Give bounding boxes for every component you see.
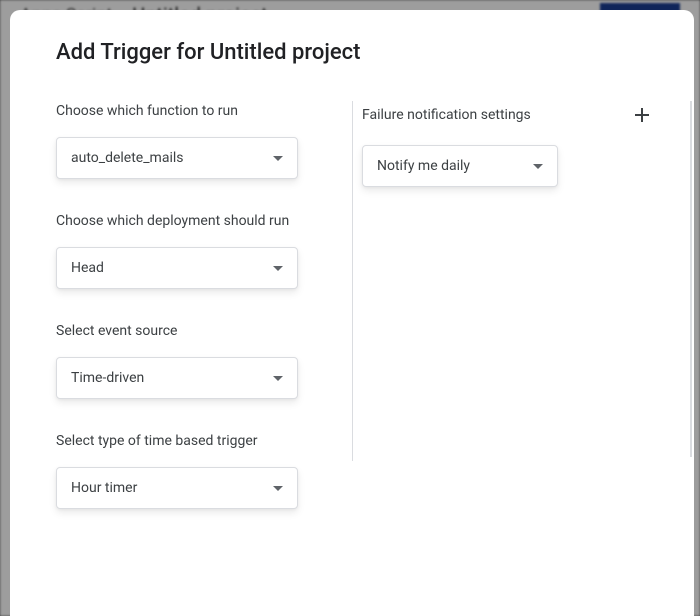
event-source-select[interactable]: Time-driven — [56, 357, 298, 399]
left-column: Choose which function to run auto_delete… — [56, 103, 306, 589]
column-divider — [352, 101, 353, 461]
add-trigger-modal: Add Trigger for Untitled project Choose … — [10, 10, 694, 616]
function-field: Choose which function to run auto_delete… — [56, 103, 306, 179]
chevron-down-icon — [533, 164, 543, 169]
function-label: Choose which function to run — [56, 103, 306, 119]
trigger-type-value: Hour timer — [71, 480, 137, 496]
chevron-down-icon — [273, 486, 283, 491]
deployment-value: Head — [71, 260, 104, 276]
deployment-label: Choose which deployment should run — [56, 213, 306, 229]
modal-title: Add Trigger for Untitled project — [56, 40, 658, 65]
trigger-type-select[interactable]: Hour timer — [56, 467, 298, 509]
function-value: auto_delete_mails — [71, 150, 183, 166]
function-select[interactable]: auto_delete_mails — [56, 137, 298, 179]
failure-notification-label: Failure notification settings — [362, 107, 531, 123]
failure-notification-value: Notify me daily — [377, 158, 470, 174]
right-column: Failure notification settings Notify me … — [356, 103, 658, 589]
deployment-field: Choose which deployment should run Head — [56, 213, 306, 289]
chevron-down-icon — [273, 156, 283, 161]
trigger-type-field: Select type of time based trigger Hour t… — [56, 433, 306, 509]
deployment-select[interactable]: Head — [56, 247, 298, 289]
event-source-value: Time-driven — [71, 370, 144, 386]
plus-icon — [635, 108, 649, 122]
event-source-field: Select event source Time-driven — [56, 323, 306, 399]
failure-notification-select[interactable]: Notify me daily — [362, 145, 558, 187]
chevron-down-icon — [273, 266, 283, 271]
event-source-label: Select event source — [56, 323, 306, 339]
scroll-indicator — [690, 101, 692, 457]
trigger-type-label: Select type of time based trigger — [56, 433, 306, 449]
add-notification-button[interactable] — [630, 103, 654, 127]
chevron-down-icon — [273, 376, 283, 381]
